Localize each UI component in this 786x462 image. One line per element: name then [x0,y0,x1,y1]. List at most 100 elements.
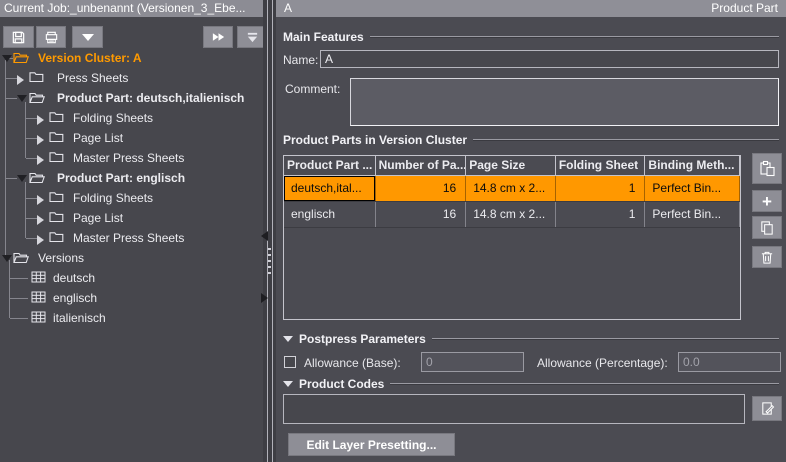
folder-closed-icon [29,71,44,83]
paste-product-part-button[interactable] [752,153,782,184]
expand-toggle-icon[interactable] [17,75,24,85]
edit-product-codes-button[interactable] [752,396,782,421]
paste-icon [759,160,776,177]
tree-item-label: Folding Sheets [73,191,153,205]
folder-closed-icon [49,231,64,243]
section-collapse-icon[interactable] [283,336,293,342]
application-window: Current Job:_unbenannt (Versionen_3_Ebe.… [0,0,786,462]
main-features-title: Main Features [283,30,364,44]
column-header[interactable]: Folding Sheet [556,156,646,175]
splitter-grip [268,248,271,250]
splitter-grip [268,254,271,256]
print-icon [44,30,59,45]
table-cell[interactable]: 1 [556,176,646,201]
collapse-left-arrow-icon[interactable] [261,231,268,241]
tree-item-deutsch[interactable]: deutsch [0,268,263,288]
product-codes-input[interactable] [283,394,745,424]
folder-closed-icon [49,211,64,223]
comment-textarea[interactable] [350,78,779,126]
allowance-checkbox[interactable] [284,356,296,368]
copy-product-part-button[interactable] [752,216,782,239]
save-button[interactable] [3,26,34,48]
tree-item-folding-sheets[interactable]: Folding Sheets [0,108,263,128]
delete-product-part-button[interactable] [752,246,782,268]
print-button[interactable] [36,26,66,48]
tree-item-page-list[interactable]: Page List [0,128,263,148]
allowance-base-input[interactable] [421,352,524,372]
table-cell[interactable]: Perfect Bin... [645,202,740,227]
table-cell[interactable]: 14.8 cm x 2... [466,202,556,227]
add-product-part-button[interactable]: + [752,190,782,212]
splitter-grip [268,260,271,262]
table-cell[interactable]: englisch [284,202,376,227]
folder-open-icon [29,91,45,104]
expand-toggle-icon[interactable] [37,155,44,165]
expand-toggle-icon[interactable] [37,135,44,145]
tree-item-label: Master Press Sheets [73,231,184,245]
folder-open-icon [29,171,45,184]
product-codes-section-header[interactable]: Product Codes [283,377,779,390]
tree-item-page-list[interactable]: Page List [0,208,263,228]
tree-item-label: Page List [73,211,123,225]
table-row[interactable]: englisch1614.8 cm x 2...1Perfect Bin... [284,202,740,228]
grid-icon [31,271,46,283]
tree-item-master-press-sheets[interactable]: Master Press Sheets [0,148,263,168]
product-parts-table: Product Part ...Number of Pa...Page Size… [283,155,741,320]
name-label: Name: [283,53,318,67]
tree-item-folding-sheets[interactable]: Folding Sheets [0,188,263,208]
section-collapse-icon[interactable] [283,381,293,387]
expand-right-arrow-icon[interactable] [261,293,268,303]
tree-item-product-part-englisch[interactable]: Product Part: englisch [0,168,263,188]
expand-toggle-icon[interactable] [37,195,44,205]
copy-icon [759,220,775,236]
postpress-title: Postpress Parameters [299,332,426,346]
table-cell[interactable]: deutsch,ital... [284,176,376,201]
table-header-row: Product Part ...Number of Pa...Page Size… [284,156,740,176]
allowance-percentage-label: Allowance (Percentage): [537,356,668,370]
column-header[interactable]: Number of Pa... [376,156,467,175]
skip-forward-button[interactable] [203,26,233,48]
allowance-percentage-input[interactable] [678,352,781,372]
table-cell[interactable]: Perfect Bin... [645,176,740,201]
table-cell[interactable]: 1 [556,202,646,227]
product-part-panel: A Product Part Main Features Name: Comme… [276,0,786,462]
collapse-toggle-icon[interactable] [17,95,27,102]
column-header[interactable]: Page Size [466,156,556,175]
group-divider [390,383,779,385]
product-parts-header: Product Parts in Version Cluster [283,133,779,146]
tree-item-version-cluster-a[interactable]: Version Cluster: A [0,48,263,68]
tree-item-label: deutsch [53,271,95,285]
folder-closed-icon [49,111,64,123]
tree-item-versions[interactable]: Versions [0,248,263,268]
grid-icon [31,291,46,303]
tree-item-master-press-sheets[interactable]: Master Press Sheets [0,228,263,248]
collapse-toggle-icon[interactable] [17,175,27,182]
column-header[interactable]: Binding Meth... [645,156,740,175]
splitter-grip [268,272,271,274]
postpress-section-header[interactable]: Postpress Parameters [283,332,779,345]
edit-layer-presetting-button[interactable]: Edit Layer Presetting... [288,433,455,456]
tree-item-englisch[interactable]: englisch [0,288,263,308]
tree-item-italienisch[interactable]: italienisch [0,308,263,328]
expand-toggle-icon[interactable] [37,115,44,125]
tree-item-label: englisch [53,291,97,305]
job-tree-panel: Current Job:_unbenannt (Versionen_3_Ebe.… [0,0,263,462]
group-divider [473,139,779,141]
expand-toggle-icon[interactable] [37,235,44,245]
add-icon: + [762,193,772,210]
collapse-toggle-icon[interactable] [2,255,12,262]
group-divider [370,36,779,38]
table-row[interactable]: deutsch,ital...1614.8 cm x 2...1Perfect … [284,176,740,202]
tree-item-product-part-deutsch-italienisch[interactable]: Product Part: deutsch,italienisch [0,88,263,108]
tree-item-press-sheets[interactable]: Press Sheets [0,68,263,88]
table-cell[interactable]: 16 [376,202,467,227]
name-input[interactable] [320,50,779,68]
splitter-line [272,0,273,462]
collapse-toggle-icon[interactable] [2,55,12,62]
expand-toggle-icon[interactable] [37,215,44,225]
panel-splitter[interactable] [263,0,276,462]
more-actions-button[interactable] [72,26,103,48]
column-header[interactable]: Product Part ... [284,156,376,175]
table-cell[interactable]: 14.8 cm x 2... [466,176,556,201]
table-cell[interactable]: 16 [376,176,467,201]
